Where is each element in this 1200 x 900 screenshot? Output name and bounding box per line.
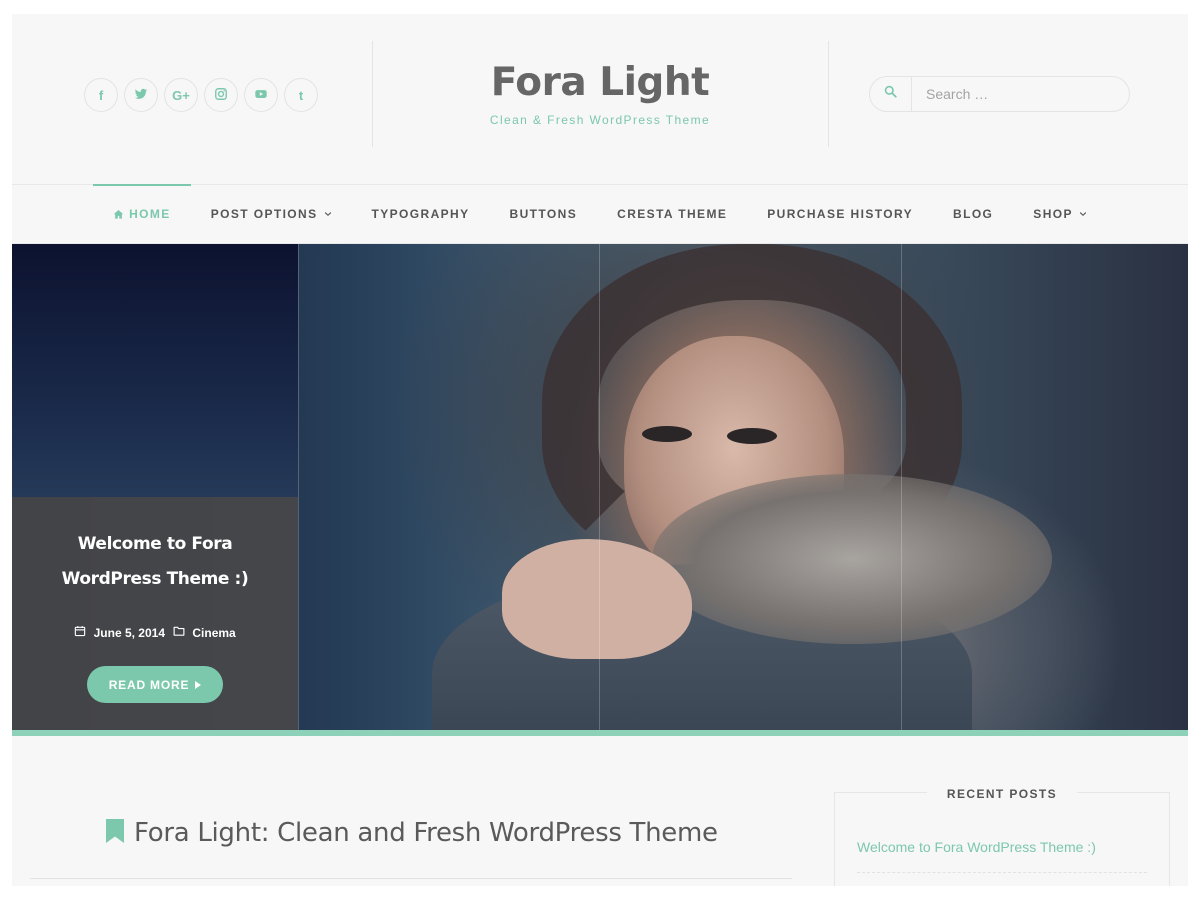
site-branding: Fora Light Clean & Fresh WordPress Theme xyxy=(372,58,828,127)
slider-divider xyxy=(298,244,299,736)
post-date-text: June 5, 2014 xyxy=(93,626,166,640)
main-navigation: HOME POST OPTIONS TYPOGRAPHY BUTTONS CRE… xyxy=(12,184,1188,244)
slider-divider xyxy=(599,244,600,736)
nav-item-label: POST OPTIONS xyxy=(210,207,318,221)
facebook-icon: f xyxy=(98,87,104,103)
nav-item-label: PURCHASE HISTORY xyxy=(767,207,914,221)
hero-post-title[interactable]: Welcome to Fora WordPress Theme :) xyxy=(12,527,298,597)
widget-separator xyxy=(857,872,1147,873)
hero-post-meta: June 5, 2014 Cinema xyxy=(12,625,298,640)
caret-right-icon xyxy=(195,678,202,692)
search-icon xyxy=(884,85,897,103)
home-icon xyxy=(113,209,124,220)
chevron-down-icon xyxy=(1079,210,1087,218)
recent-posts-widget: RECENT POSTS Welcome to Fora WordPress T… xyxy=(834,787,1170,886)
bookmark-icon xyxy=(106,818,124,848)
nav-item-cresta-theme[interactable]: CRESTA THEME xyxy=(597,185,747,243)
instagram-button[interactable] xyxy=(204,78,238,112)
post-category[interactable]: Cinema xyxy=(173,625,236,640)
nav-item-label: TYPOGRAPHY xyxy=(371,207,470,221)
nav-item-label: SHOP xyxy=(1033,207,1073,221)
nav-item-blog[interactable]: BLOG xyxy=(933,185,1013,243)
nav-item-shop[interactable]: SHOP xyxy=(1013,185,1107,243)
featured-slider: Welcome to Fora WordPress Theme :) June … xyxy=(12,244,1188,736)
post-title[interactable]: Fora Light: Clean and Fresh WordPress Th… xyxy=(134,818,718,848)
slider-divider xyxy=(901,244,902,736)
nav-item-post-options[interactable]: POST OPTIONS xyxy=(191,185,352,243)
nav-item-label: CRESTA THEME xyxy=(617,207,728,221)
twitter-button[interactable] xyxy=(124,78,158,112)
search-button[interactable] xyxy=(870,77,912,111)
nav-item-home[interactable]: HOME xyxy=(93,184,191,243)
hero-post-card: Welcome to Fora WordPress Theme :) June … xyxy=(12,497,298,736)
tumblr-button[interactable]: t xyxy=(284,78,318,112)
twitter-icon xyxy=(134,87,148,104)
nav-item-label: BUTTONS xyxy=(509,207,578,221)
nav-item-purchase-history[interactable]: PURCHASE HISTORY xyxy=(747,185,933,243)
widget-title-text: RECENT POSTS xyxy=(926,787,1078,801)
google-plus-icon: G+ xyxy=(172,87,190,103)
site-header: f G+ t Fora Light Clean & Fresh WordPres… xyxy=(12,14,1188,184)
instagram-icon xyxy=(214,87,228,104)
page: f G+ t Fora Light Clean & Fresh WordPres… xyxy=(12,14,1188,886)
nav-item-label: BLOG xyxy=(953,207,994,221)
chevron-down-icon xyxy=(324,210,332,218)
hero-left-image xyxy=(12,244,298,497)
youtube-button[interactable] xyxy=(244,78,278,112)
post-category-text: Cinema xyxy=(192,626,236,640)
folder-icon xyxy=(173,625,185,637)
header-divider-right xyxy=(828,41,829,147)
google-plus-button[interactable]: G+ xyxy=(164,78,198,112)
post-date: June 5, 2014 xyxy=(74,625,165,640)
nav-item-typography[interactable]: TYPOGRAPHY xyxy=(352,185,490,243)
site-tagline: Clean & Fresh WordPress Theme xyxy=(489,113,711,127)
recent-post-link[interactable]: Welcome to Fora WordPress Theme :) xyxy=(857,839,1096,855)
read-more-label: READ MORE xyxy=(108,677,190,692)
social-links: f G+ t xyxy=(84,78,318,112)
content-divider xyxy=(30,878,792,879)
post-heading: Fora Light: Clean and Fresh WordPress Th… xyxy=(106,818,718,848)
calendar-icon xyxy=(74,625,86,637)
youtube-icon xyxy=(254,87,268,104)
widget-title: RECENT POSTS xyxy=(835,785,1169,803)
facebook-button[interactable]: f xyxy=(84,78,118,112)
slider-progress-bar xyxy=(12,730,1188,736)
tumblr-icon: t xyxy=(298,87,304,103)
nav-item-buttons[interactable]: BUTTONS xyxy=(490,185,598,243)
search-form xyxy=(869,76,1130,112)
nav-item-label: HOME xyxy=(129,207,171,221)
search-input[interactable] xyxy=(912,86,1122,102)
site-title[interactable]: Fora Light xyxy=(372,58,828,108)
read-more-button[interactable]: READ MORE xyxy=(86,666,224,703)
